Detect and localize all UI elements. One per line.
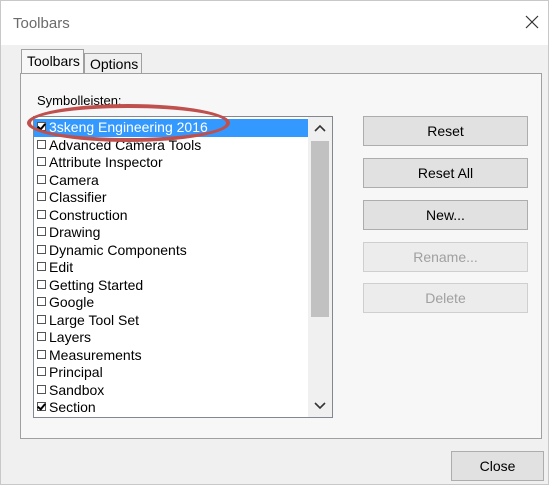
scrollbar-thumb[interactable]: [311, 141, 329, 317]
scroll-down-button[interactable]: [308, 395, 332, 417]
list-item[interactable]: Drawing: [34, 224, 308, 242]
list-item-label: Principal: [49, 364, 103, 380]
title-bar: Toolbars: [1, 1, 548, 45]
toolbar-checkbox[interactable]: [37, 314, 46, 324]
toolbar-checkbox[interactable]: [37, 192, 46, 201]
toolbar-checkbox[interactable]: [37, 157, 46, 166]
toolbar-checkbox[interactable]: [37, 227, 46, 236]
toolbar-checkbox[interactable]: [37, 402, 46, 411]
toolbar-checkbox[interactable]: [37, 174, 46, 184]
chevron-down-icon: [314, 402, 326, 410]
toolbar-checkbox[interactable]: [37, 244, 46, 254]
toolbars-dialog: Toolbars Toolbars Options Symbolleisten:…: [0, 0, 549, 485]
toolbar-checkbox[interactable]: [37, 279, 46, 289]
list-item-label: Google: [49, 294, 95, 310]
list-item-label: 3skeng Engineering 2016: [49, 119, 208, 135]
toolbar-checkbox[interactable]: [37, 297, 46, 306]
list-item[interactable]: Classifier: [34, 189, 308, 207]
scroll-up-button[interactable]: [308, 117, 332, 139]
delete-button[interactable]: Delete: [363, 283, 528, 313]
list-item[interactable]: Construction: [34, 207, 308, 225]
tab-options[interactable]: Options: [84, 53, 142, 73]
vertical-scrollbar[interactable]: [308, 117, 332, 417]
reset-button[interactable]: Reset: [363, 116, 528, 146]
list-item-label: Construction: [49, 206, 128, 223]
toolbar-checkbox[interactable]: [37, 384, 46, 394]
toolbar-checkbox[interactable]: [37, 209, 46, 219]
list-item-label: Large Tool Set: [49, 311, 140, 328]
list-item[interactable]: Camera: [34, 172, 308, 190]
chevron-up-icon: [314, 124, 326, 132]
list-item-label: Attribute Inspector: [49, 154, 163, 170]
toolbar-listbox[interactable]: 3skeng Engineering 2016 Advanced Camera T…: [33, 116, 333, 418]
list-item[interactable]: Dynamic Components: [34, 242, 308, 260]
close-icon[interactable]: [523, 13, 541, 31]
list-item[interactable]: Getting Started: [34, 277, 308, 295]
list-item-label: Section: [49, 399, 96, 415]
list-item[interactable]: Large Tool Set: [34, 312, 308, 330]
list-item-label: Dynamic Components: [49, 241, 187, 258]
list-item[interactable]: Google: [34, 294, 308, 312]
toolbar-checkbox[interactable]: [37, 367, 46, 376]
toolbar-checkbox[interactable]: [37, 332, 46, 341]
close-button[interactable]: Close: [451, 451, 544, 481]
reset-all-button[interactable]: Reset All: [363, 158, 528, 188]
list-item[interactable]: Attribute Inspector: [34, 154, 308, 172]
list-item[interactable]: Measurements: [34, 347, 308, 365]
tab-toolbars[interactable]: Toolbars: [21, 49, 84, 73]
new-button[interactable]: New...: [363, 200, 528, 230]
list-item[interactable]: Section: [34, 399, 308, 417]
list-item-label: Layers: [49, 329, 92, 345]
list-item-label: Sandbox: [49, 381, 105, 398]
list-item[interactable]: Sandbox: [34, 382, 308, 400]
window-title: Toolbars: [13, 15, 70, 32]
rename-button[interactable]: Rename...: [363, 242, 528, 272]
list-item[interactable]: Edit: [34, 259, 308, 277]
list-item[interactable]: Layers: [34, 329, 308, 347]
list-item-label: Classifier: [49, 189, 107, 205]
toolbar-checkbox[interactable]: [37, 262, 46, 271]
list-item[interactable]: Advanced Camera Tools: [34, 137, 308, 155]
toolbar-list-label: Symbolleisten:: [37, 93, 122, 108]
list-item-label: Camera: [49, 171, 99, 188]
list-item[interactable]: Principal: [34, 364, 308, 382]
list-item-label: Measurements: [49, 346, 142, 363]
toolbar-checkbox[interactable]: [37, 122, 46, 131]
toolbar-list-items: 3skeng Engineering 2016 Advanced Camera T…: [34, 119, 308, 417]
list-item[interactable]: 3skeng Engineering 2016: [34, 119, 308, 137]
list-item-label: Getting Started: [49, 276, 144, 293]
list-item-label: Drawing: [49, 224, 101, 240]
list-item-label: Advanced Camera Tools: [49, 136, 202, 153]
list-item-label: Edit: [49, 259, 74, 275]
toolbar-checkbox[interactable]: [37, 349, 46, 359]
toolbar-checkbox[interactable]: [37, 139, 46, 149]
